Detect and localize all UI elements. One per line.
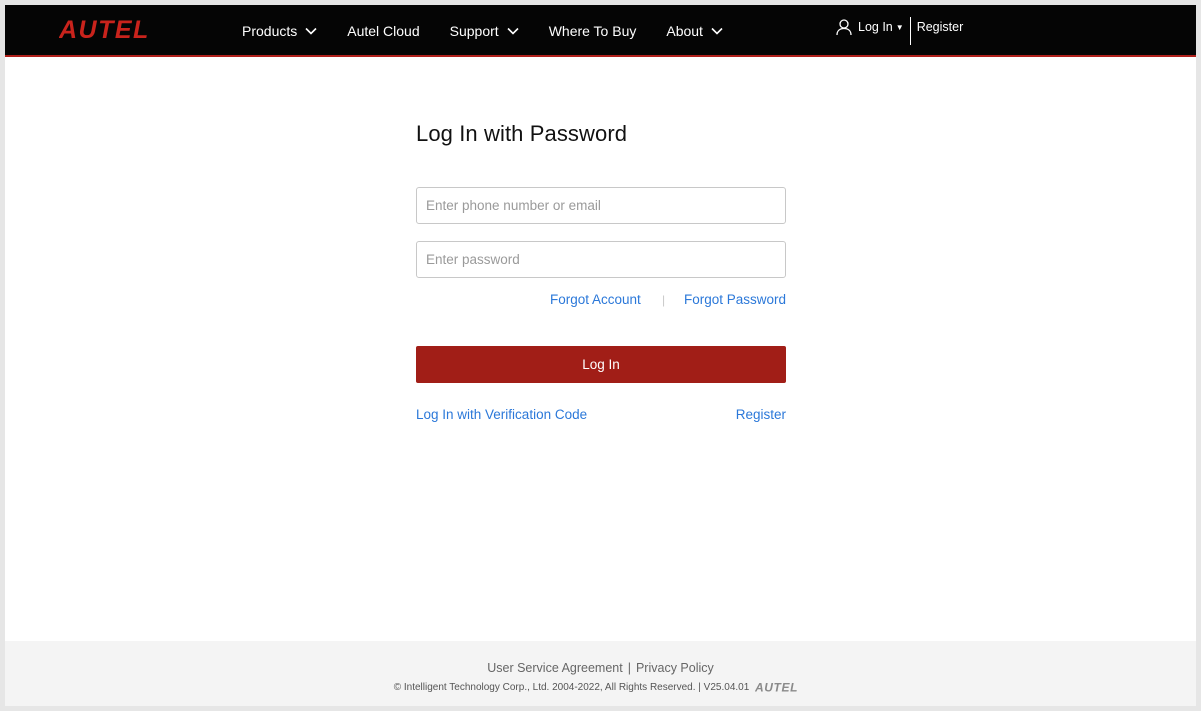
- chevron-down-icon: [305, 27, 317, 35]
- header-login-dropdown[interactable]: Log In ▼: [858, 20, 904, 34]
- footer-logo-text: AUTEL: [755, 681, 798, 693]
- user-service-agreement-link[interactable]: User Service Agreement: [487, 661, 622, 675]
- nav-label-about: About: [666, 23, 703, 39]
- copyright: © Intelligent Technology Corp., Ltd. 200…: [5, 681, 1196, 693]
- footer-autel-logo: AUTEL: [755, 681, 798, 693]
- autel-logo[interactable]: AUTEL: [59, 17, 183, 41]
- forgot-account-link[interactable]: Forgot Account: [550, 292, 641, 307]
- nav-item-products[interactable]: Products: [242, 23, 317, 39]
- main-nav: Products Autel Cloud Support Where To Bu…: [242, 5, 753, 57]
- nav-label-autel-cloud: Autel Cloud: [347, 23, 420, 39]
- login-form: Log In with Password Forgot Account | Fo…: [416, 121, 786, 422]
- chevron-down-icon: [507, 27, 519, 35]
- header-login-label: Log In: [858, 20, 893, 34]
- chevron-down-icon: [711, 27, 723, 35]
- nav-item-about[interactable]: About: [666, 23, 723, 39]
- header-register-link[interactable]: Register: [917, 20, 964, 34]
- password-input[interactable]: [416, 241, 786, 278]
- forgot-separator: |: [662, 293, 666, 307]
- caret-down-icon: ▼: [895, 22, 904, 32]
- alt-login-links: Log In with Verification Code Register: [416, 407, 786, 425]
- nav-item-support[interactable]: Support: [450, 23, 519, 39]
- privacy-policy-link[interactable]: Privacy Policy: [636, 661, 714, 675]
- footer-links: User Service Agreement | Privacy Policy: [5, 661, 1196, 675]
- phone-email-input[interactable]: [416, 187, 786, 224]
- register-link[interactable]: Register: [736, 407, 786, 422]
- nav-item-where-to-buy[interactable]: Where To Buy: [549, 23, 637, 39]
- copyright-text: © Intelligent Technology Corp., Ltd. 200…: [393, 681, 750, 693]
- account-menu: Log In ▼ Register: [835, 5, 963, 57]
- page-frame: AUTEL Products Autel Cloud Support Where…: [5, 5, 1196, 706]
- nav-label-products: Products: [242, 23, 298, 39]
- account-divider: [909, 17, 911, 45]
- page-title: Log In with Password: [416, 121, 628, 146]
- footer: User Service Agreement | Privacy Policy © …: [5, 641, 1196, 706]
- nav-item-autel-cloud[interactable]: Autel Cloud: [347, 23, 419, 39]
- login-button[interactable]: Log In: [416, 346, 786, 383]
- forgot-password-link[interactable]: Forgot Password: [684, 292, 786, 307]
- nav-label-where-to-buy: Where To Buy: [548, 23, 637, 39]
- verification-code-login-link[interactable]: Log In with Verification Code: [416, 407, 587, 422]
- forgot-links: Forgot Account | Forgot Password: [416, 292, 786, 310]
- user-icon: [836, 19, 852, 36]
- logo-text: AUTEL: [59, 17, 150, 41]
- footer-separator: |: [627, 661, 631, 675]
- nav-label-support: Support: [449, 23, 499, 39]
- top-navbar: AUTEL Products Autel Cloud Support Where…: [5, 5, 1196, 57]
